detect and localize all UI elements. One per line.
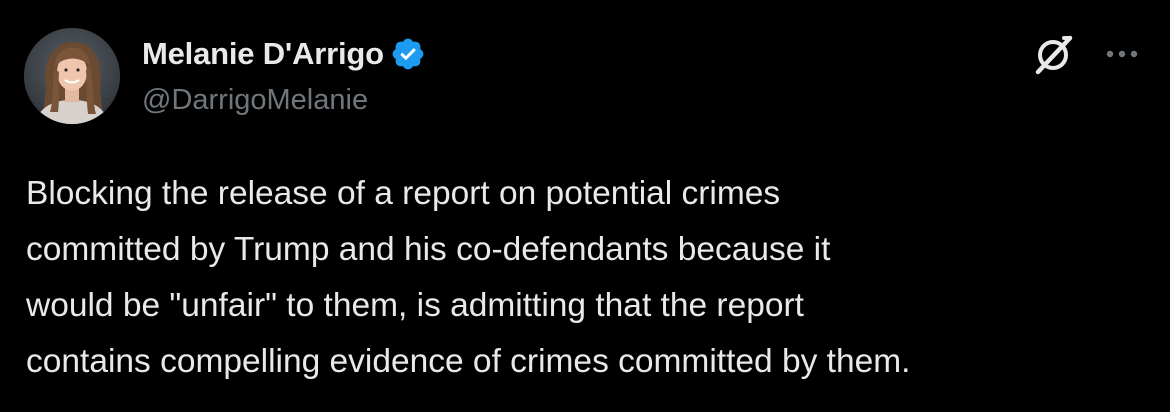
grok-icon[interactable]	[1030, 30, 1078, 78]
tweet-text-line: Blocking the release of a report on pote…	[26, 175, 781, 212]
author-handle[interactable]: @DarrigoMelanie	[142, 84, 368, 117]
avatar-image	[24, 28, 120, 124]
display-name[interactable]: Melanie D'Arrigo	[142, 36, 384, 72]
more-options-icon[interactable]	[1102, 36, 1142, 72]
tweet-text-line: would be "unfair" to them, is admitting …	[26, 287, 804, 324]
tweet-text-line: committed by Trump and his co-defendants…	[26, 231, 831, 268]
tweet-text-line: contains compelling evidence of crimes c…	[26, 343, 911, 380]
tweet-card: Melanie D'Arrigo @DarrigoMelanie Blockin…	[0, 0, 1170, 412]
tweet-text: Blocking the release of a report on pote…	[26, 166, 1146, 390]
author-name-row[interactable]: Melanie D'Arrigo	[142, 34, 426, 74]
verified-badge-icon	[390, 36, 426, 72]
avatar[interactable]	[24, 28, 120, 124]
